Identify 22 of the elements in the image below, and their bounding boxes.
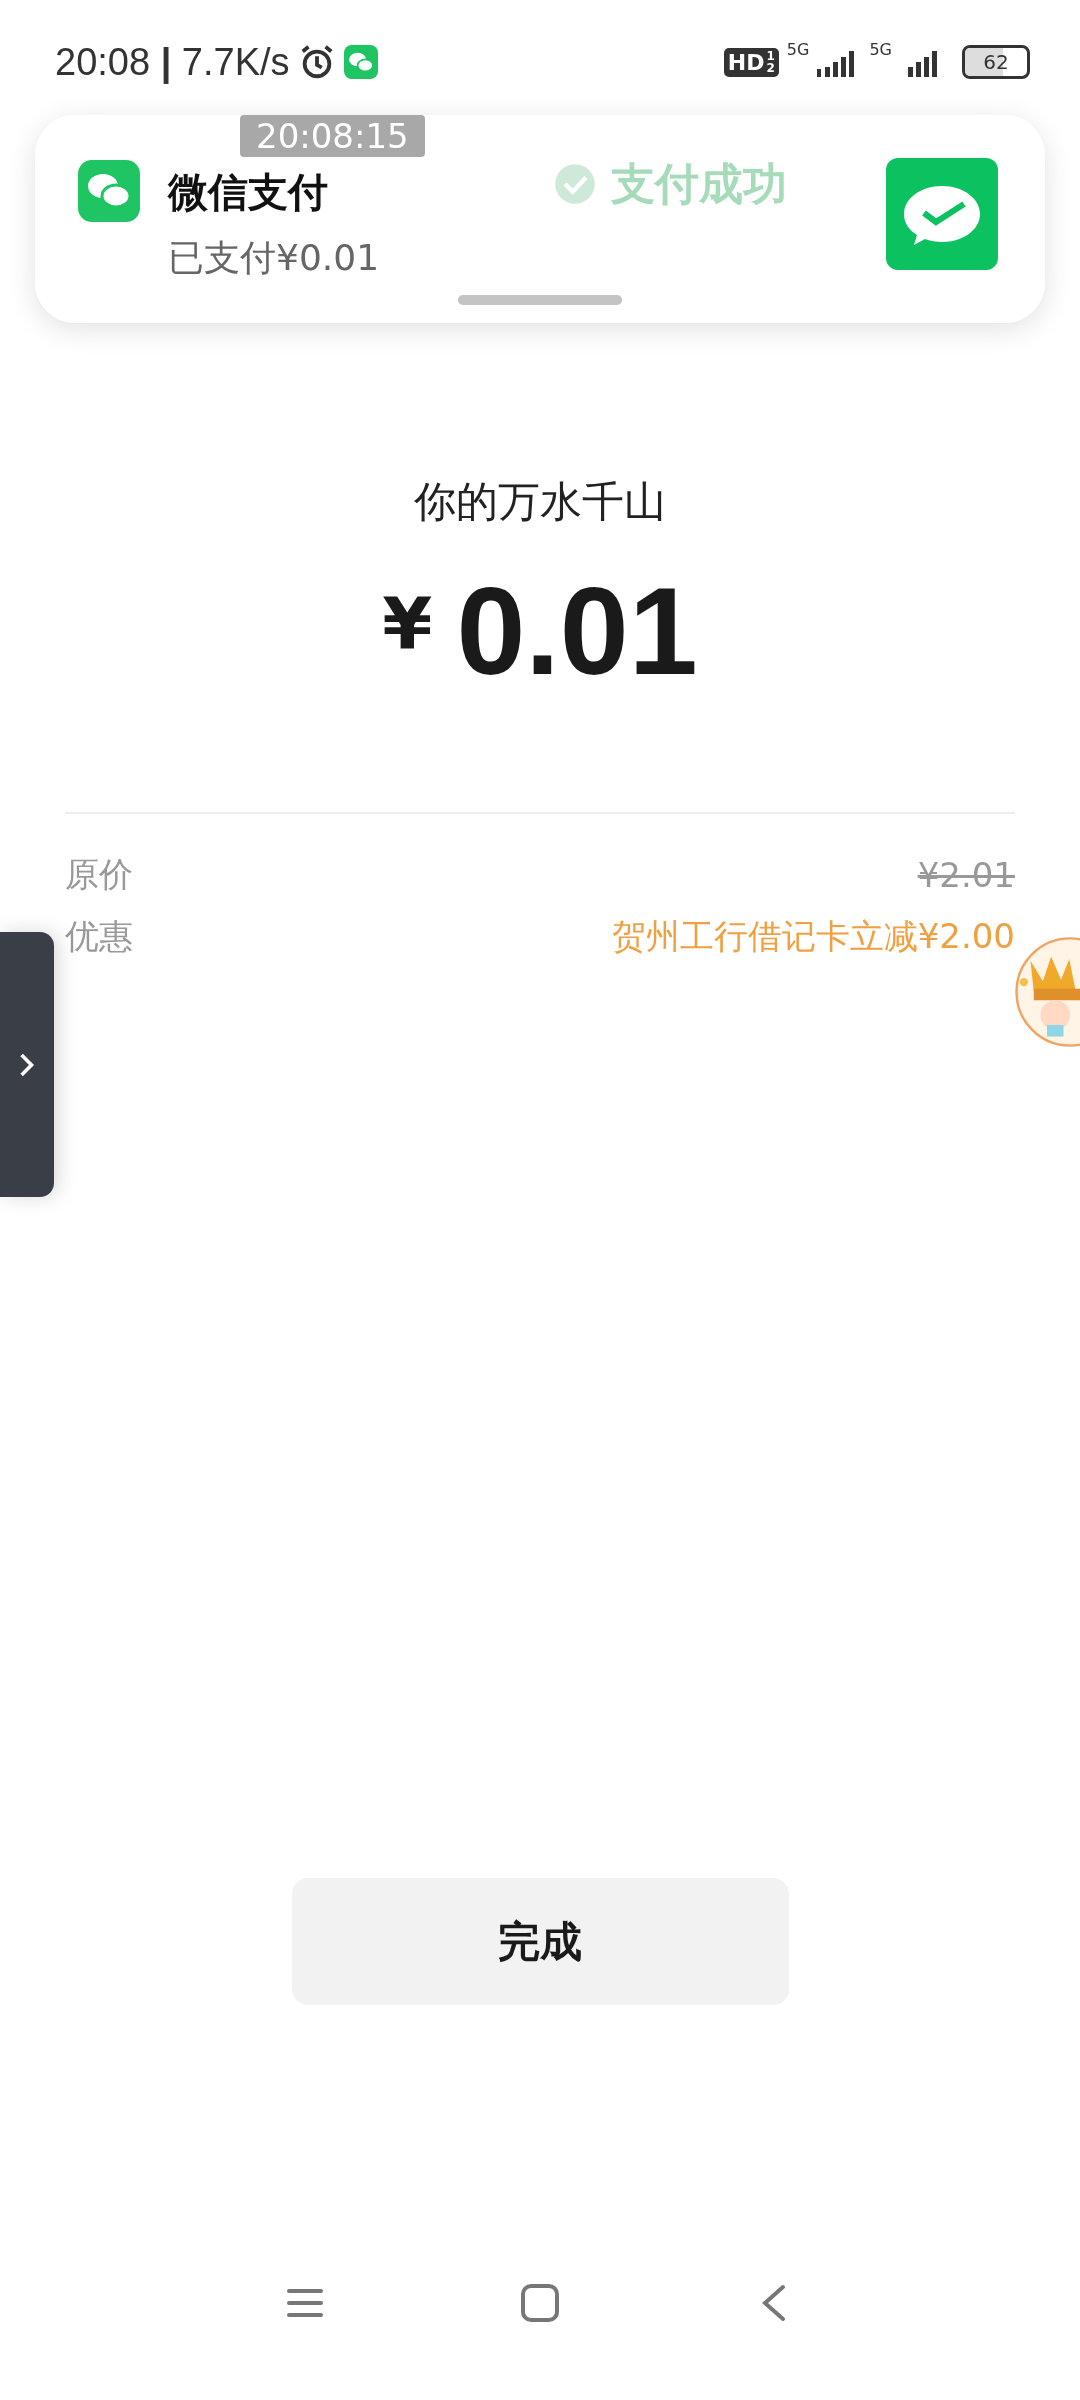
timestamp-label: 20:08:15 (240, 115, 425, 157)
detail-value: 贺州工行借记卡立减¥2.00 (611, 915, 1015, 958)
detail-label: 原价 (65, 853, 133, 896)
notification-text: 已支付¥0.01 (168, 236, 380, 280)
network-type: 5G (786, 40, 810, 59)
page-title: 支付成功 (611, 156, 787, 211)
done-button[interactable]: 完成 (291, 1878, 789, 2005)
battery-icon: 62 (962, 45, 1030, 79)
detail-label: 优惠 (65, 915, 133, 958)
chat-bubbles-icon (78, 160, 140, 222)
network-type: 5G (869, 40, 892, 59)
drag-handle[interactable] (458, 295, 622, 305)
currency-symbol: ¥ (382, 582, 433, 666)
check-bubble-icon (886, 158, 998, 270)
amount-value: 0.01 (456, 561, 698, 702)
home-icon[interactable] (520, 2283, 560, 2323)
detail-value: ¥2.01 (917, 855, 1015, 895)
notification-title: 微信支付 (168, 168, 328, 217)
chat-bubbles-icon (343, 45, 378, 79)
payee-name: 你的万水千山 (414, 476, 666, 528)
status-time: 20:08 | 7.7K/s (55, 40, 290, 84)
check-circle-icon (553, 162, 597, 206)
